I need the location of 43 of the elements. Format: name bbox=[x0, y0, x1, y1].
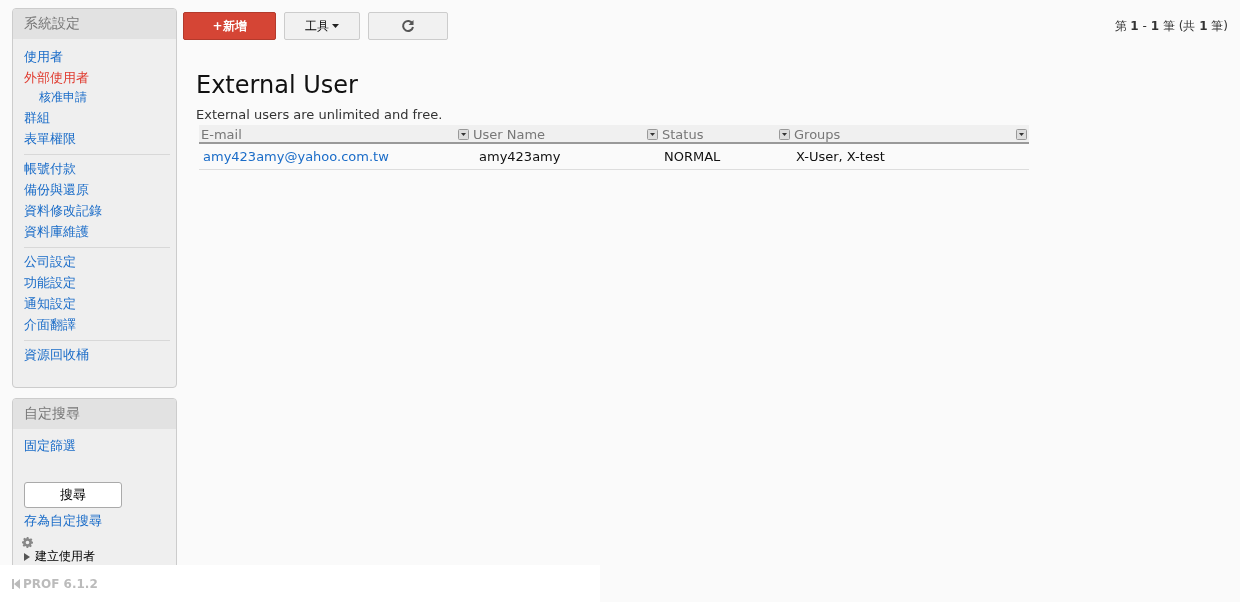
sidebar-item[interactable]: 外部使用者 bbox=[24, 67, 89, 88]
sidebar-item[interactable]: 通知設定 bbox=[24, 293, 76, 314]
table-cell: NORMAL bbox=[660, 143, 792, 170]
gear-icon[interactable] bbox=[22, 537, 33, 548]
dropdown-icon[interactable] bbox=[647, 129, 658, 140]
column-header[interactable]: Status bbox=[660, 125, 792, 143]
table-cell: amy423amy bbox=[471, 143, 660, 170]
filter-link[interactable]: 固定篩選 bbox=[24, 435, 76, 456]
sidebar-item[interactable]: 資料修改記錄 bbox=[24, 200, 102, 221]
search-button[interactable]: 搜尋 bbox=[24, 482, 122, 508]
sidebar-item[interactable]: 帳號付款 bbox=[24, 158, 76, 179]
column-header[interactable]: User Name bbox=[471, 125, 660, 143]
save-search-link[interactable]: 存為自定搜尋 bbox=[24, 510, 102, 531]
dropdown-icon[interactable] bbox=[1016, 129, 1027, 140]
expand-icon[interactable] bbox=[24, 552, 30, 561]
caret-icon bbox=[332, 24, 339, 28]
sidebar-item[interactable]: 備份與還原 bbox=[24, 179, 89, 200]
sidebar-item[interactable]: 功能設定 bbox=[24, 272, 76, 293]
panel-title: 自定搜尋 bbox=[13, 399, 176, 429]
dropdown-icon[interactable] bbox=[779, 129, 790, 140]
sidebar-item[interactable]: 表單權限 bbox=[24, 128, 76, 149]
refresh-button[interactable] bbox=[368, 12, 448, 40]
sidebar-item[interactable]: 資源回收桶 bbox=[24, 344, 89, 365]
tree-item[interactable]: 建立使用者 bbox=[35, 548, 95, 565]
tools-button[interactable]: 工具 bbox=[284, 12, 360, 40]
sidebar-subitem[interactable]: 核准申請 bbox=[39, 88, 87, 107]
page-description: External users are unlimited and free. bbox=[196, 107, 444, 122]
sidebar-item[interactable]: 資料庫維護 bbox=[24, 221, 89, 242]
pagination-text: 第 1 - 1 筆 (共 1 筆) bbox=[1114, 17, 1228, 35]
sidebar-item[interactable]: 介面翻譯 bbox=[24, 314, 76, 335]
email-link[interactable]: amy423amy@yahoo.com.tw bbox=[199, 143, 471, 170]
column-header[interactable]: Groups bbox=[792, 125, 1029, 143]
sidebar-item[interactable]: 公司設定 bbox=[24, 251, 76, 272]
refresh-icon bbox=[401, 19, 415, 33]
page-title: External User bbox=[196, 71, 359, 99]
sidebar-item[interactable]: 群組 bbox=[24, 107, 50, 128]
add-button[interactable]: +新增 bbox=[183, 12, 276, 40]
dropdown-icon[interactable] bbox=[458, 129, 469, 140]
table-cell: X-User, X-test bbox=[792, 143, 1029, 170]
panel-title: 系統設定 bbox=[13, 9, 176, 39]
column-header[interactable]: E-mail bbox=[199, 125, 471, 143]
version-text: PROF 6.1.2 bbox=[23, 576, 98, 591]
sidebar-item[interactable]: 使用者 bbox=[24, 46, 63, 67]
